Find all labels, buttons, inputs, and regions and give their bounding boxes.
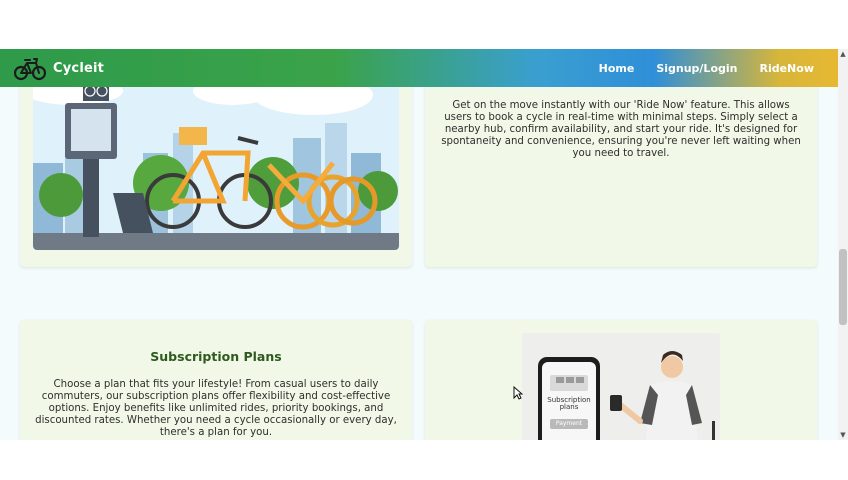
- bike-station-image: [33, 83, 399, 250]
- bicycle-logo-icon: [14, 58, 46, 81]
- subscription-title: Subscription Plans: [150, 349, 282, 364]
- browser-bottom-area: [0, 440, 848, 480]
- scroll-up-icon[interactable]: ▲: [838, 49, 848, 59]
- nav-links: Home Signup/Login RideNow: [577, 49, 814, 87]
- subscription-description: Choose a plan that fits your lifestyle! …: [35, 379, 397, 438]
- brand-name: Cycleit: [53, 60, 105, 76]
- nav-signup-login-link[interactable]: Signup/Login: [656, 62, 737, 75]
- mouse-cursor-icon: [513, 386, 523, 400]
- bike-station-illustration: [33, 83, 399, 250]
- scroll-down-icon[interactable]: ▼: [838, 430, 848, 440]
- browser-top-area: [0, 0, 848, 49]
- ride-now-description: Get on the move instantly with our 'Ride…: [441, 100, 801, 159]
- subscription-image-card: Subscription plans Payment: [425, 320, 817, 440]
- scroll-thumb[interactable]: [839, 249, 847, 325]
- brand[interactable]: Cycleit: [14, 55, 104, 81]
- page-scrollbar[interactable]: ▲ ▼: [838, 49, 848, 440]
- subscription-text-card: Subscription Plans Choose a plan that fi…: [20, 320, 412, 440]
- phone-screen-text: Subscription plans: [547, 396, 591, 411]
- navbar: Cycleit Home Signup/Login RideNow: [0, 49, 838, 87]
- page-viewport: Cycleit Home Signup/Login RideNow Get on…: [0, 49, 838, 440]
- subscription-illustration: Subscription plans Payment: [522, 333, 720, 440]
- phone-payment-button: Payment: [555, 420, 583, 427]
- nav-home-link[interactable]: Home: [599, 62, 635, 75]
- nav-ridenow-link[interactable]: RideNow: [759, 62, 814, 75]
